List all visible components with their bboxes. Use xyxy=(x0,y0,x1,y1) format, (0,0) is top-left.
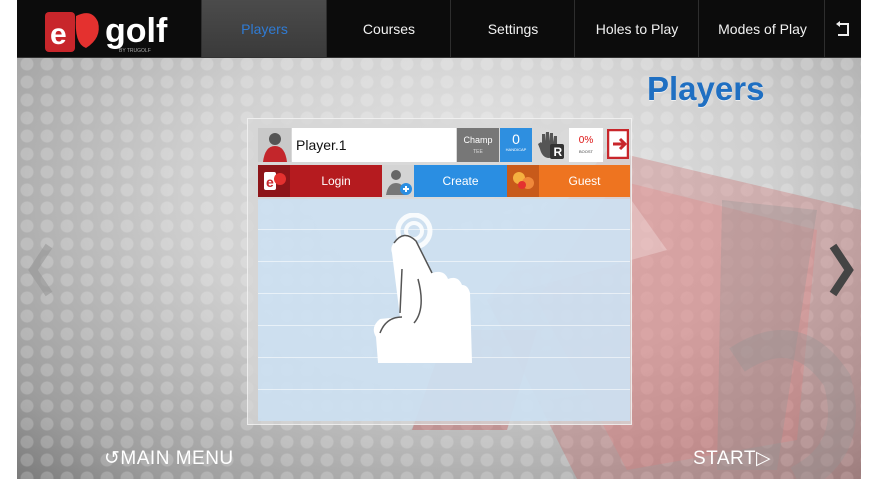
start-label: START xyxy=(693,448,757,469)
player-list-area[interactable] xyxy=(258,199,630,421)
tab-players-label: Players xyxy=(241,20,288,37)
tee-sublabel: TEE xyxy=(473,149,483,155)
logout-icon[interactable] xyxy=(607,129,629,159)
next-arrow-icon[interactable] xyxy=(827,240,857,300)
tab-courses[interactable]: Courses xyxy=(326,0,451,57)
player-row[interactable]: Player.1 Champ TEE 0 HANDICAP R 0% BOOST xyxy=(258,128,630,162)
svg-text:e: e xyxy=(266,174,274,190)
handedness-hand-icon[interactable]: R xyxy=(536,129,566,161)
account-actions-row: e Login Create Guest xyxy=(258,165,630,197)
player-avatar-icon[interactable] xyxy=(258,128,291,162)
tab-holes-to-play[interactable]: Holes to Play xyxy=(574,0,699,57)
handicap-selector[interactable]: 0 HANDICAP xyxy=(500,128,532,162)
handicap-value: 0 xyxy=(512,131,520,147)
create-button[interactable]: Create xyxy=(414,165,507,197)
handicap-label: HANDICAP xyxy=(505,147,527,152)
start-arrow-icon: ▷ xyxy=(756,448,772,469)
previous-arrow-icon[interactable] xyxy=(25,240,55,300)
main-menu-icon: ↺ xyxy=(104,448,121,469)
hand-badge: R xyxy=(554,145,563,159)
app-frame: e golf BY TRUGOLF Players Courses Settin… xyxy=(0,0,870,479)
back-arrow-icon xyxy=(836,20,849,36)
boost-label: BOOST xyxy=(578,149,593,154)
page-title: Players xyxy=(647,70,765,107)
create-label: Create xyxy=(442,174,479,188)
tab-modes-of-play-label: Modes of Play xyxy=(718,20,807,37)
tab-settings[interactable]: Settings xyxy=(450,0,575,57)
main-menu-label: MAIN MENU xyxy=(120,448,234,469)
login-label: Login xyxy=(321,174,351,188)
svg-text:e: e xyxy=(50,18,67,51)
login-button[interactable]: Login xyxy=(290,165,382,197)
back-button[interactable] xyxy=(824,0,861,57)
game-screen: e golf BY TRUGOLF Players Courses Settin… xyxy=(17,0,861,479)
list-row-divider xyxy=(258,389,630,390)
tee-label: Champ xyxy=(463,135,493,145)
guest-button[interactable]: Guest xyxy=(539,165,630,197)
logo-wordmark: golf xyxy=(105,12,168,50)
create-user-icon[interactable] xyxy=(382,165,414,197)
guest-icon[interactable] xyxy=(507,165,539,197)
boost-indicator[interactable]: 0% BOOST xyxy=(569,128,603,162)
tab-settings-label: Settings xyxy=(487,20,539,37)
tee-selector[interactable]: Champ TEE xyxy=(457,128,499,162)
tab-players[interactable]: Players xyxy=(201,0,327,57)
player-name-field[interactable]: Player.1 xyxy=(292,128,456,162)
main-menu-button[interactable]: ↺MAIN MENU xyxy=(104,447,234,470)
start-button[interactable]: START▷ xyxy=(693,447,771,470)
e6-golf-logo: e golf BY TRUGOLF xyxy=(45,12,168,54)
tab-holes-to-play-label: Holes to Play xyxy=(595,20,679,37)
tab-courses-label: Courses xyxy=(362,20,416,37)
tab-modes-of-play[interactable]: Modes of Play xyxy=(698,0,826,57)
guest-label: Guest xyxy=(568,174,601,188)
players-panel: Player.1 Champ TEE 0 HANDICAP R 0% BOOST xyxy=(247,118,632,425)
e6-login-icon[interactable]: e xyxy=(258,165,290,197)
top-nav-bar: e golf BY TRUGOLF Players Courses Settin… xyxy=(17,0,861,58)
boost-value: 0% xyxy=(578,135,594,146)
touch-hand-icon xyxy=(373,213,472,363)
logo-subtext: BY TRUGOLF xyxy=(119,48,151,54)
